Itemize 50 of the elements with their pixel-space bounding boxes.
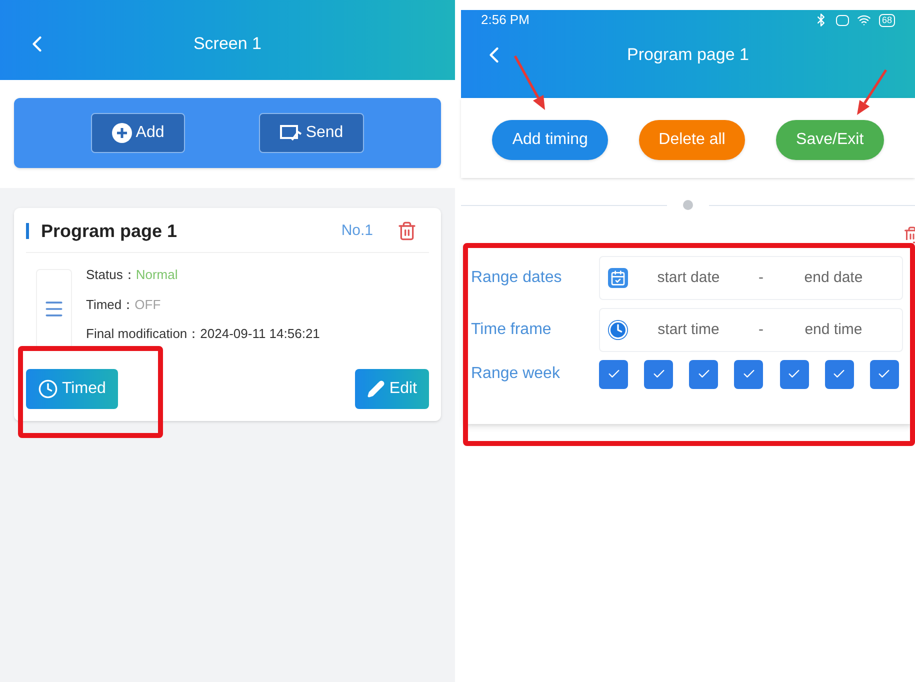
- send-screen-icon: [280, 124, 302, 142]
- clock-icon: [38, 379, 58, 399]
- toolbar-button[interactable]: Add: [90, 113, 186, 153]
- action-button[interactable]: Add timing: [492, 120, 608, 160]
- calendar-icon: [608, 268, 628, 288]
- sim-icon: [836, 14, 849, 26]
- start-placeholder: start date: [656, 268, 721, 288]
- form-label: Range week: [471, 364, 561, 384]
- card-title: Program page 1: [41, 220, 178, 243]
- edit-button[interactable]: Edit: [355, 369, 429, 409]
- field-label: Final modification：: [86, 325, 200, 343]
- screen-title: Screen 1: [192, 33, 263, 56]
- screen-title: Program page 1: [626, 44, 750, 66]
- delete-icon[interactable]: [397, 221, 417, 241]
- form-label: Time frame: [471, 320, 552, 340]
- start-placeholder: start time: [656, 320, 720, 340]
- plus-circle-icon: [112, 123, 132, 143]
- field-value: Normal: [136, 266, 178, 284]
- day-checkbox[interactable]: [824, 360, 854, 388]
- title-accent-bar: [26, 223, 29, 239]
- range-field[interactable]: start date - end date: [599, 256, 903, 300]
- field-value: OFF: [134, 296, 161, 314]
- end-placeholder: end date: [803, 268, 864, 288]
- annotation-arrow: [514, 55, 545, 110]
- toolbar-button[interactable]: Send: [258, 113, 364, 153]
- range-separator: -: [758, 268, 764, 288]
- day-checkbox[interactable]: [734, 360, 764, 388]
- pencil-icon: [367, 380, 386, 398]
- day-checkbox[interactable]: [644, 360, 674, 388]
- action-button[interactable]: Delete all: [638, 120, 746, 160]
- day-checkbox[interactable]: [870, 360, 899, 388]
- status-time: 2:56 PM: [481, 11, 530, 30]
- wifi-icon: [856, 13, 871, 27]
- timed-button[interactable]: Timed: [26, 369, 118, 409]
- action-button[interactable]: Save/Exit: [776, 120, 884, 160]
- annotation-arrow: [857, 69, 888, 115]
- range-field[interactable]: start time - end time: [599, 308, 903, 352]
- field-label: Timed：: [86, 296, 135, 314]
- drag-handle[interactable]: [36, 269, 72, 349]
- battery-level: 68: [878, 14, 895, 26]
- range-separator: -: [758, 320, 764, 340]
- day-checkbox[interactable]: [689, 360, 718, 388]
- form-label: Range dates: [471, 268, 563, 288]
- day-checkbox[interactable]: [599, 360, 628, 388]
- day-checkbox[interactable]: [780, 360, 809, 388]
- program-number: No.1: [341, 220, 373, 241]
- end-placeholder: end time: [804, 320, 864, 340]
- clock-icon: [608, 320, 628, 340]
- field-label: Status：: [86, 266, 136, 284]
- field-value: 2024-09-11 14:56:21: [200, 325, 320, 343]
